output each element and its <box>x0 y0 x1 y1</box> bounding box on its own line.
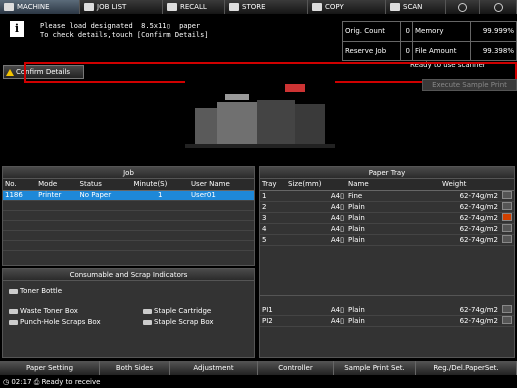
counter-table: Orig. Count 0 Memory 99.999% Reserve Job… <box>341 21 517 61</box>
tray-row[interactable]: PI1 A4▯ Plain 62-74g/m2 <box>260 305 514 316</box>
job-row-empty <box>3 210 254 221</box>
tray-level-icon <box>502 305 512 313</box>
tray-table: Tray Size(mm) Name Weight 1 A4▯ Fine 62-… <box>260 179 514 246</box>
tab-copy[interactable]: COPY <box>308 0 386 14</box>
toner-bottle-icon <box>9 288 18 294</box>
job-list-icon <box>84 3 94 11</box>
job-panel: Job No. Mode Status Minute(S) User Name … <box>2 166 255 266</box>
job-row-empty <box>3 200 254 211</box>
recall-icon <box>167 3 177 11</box>
power-icon <box>458 2 467 12</box>
tab-job-list[interactable]: JOB LIST <box>80 0 163 14</box>
tab-recall[interactable]: RECALL <box>163 0 225 14</box>
clock-icon: ◷ <box>3 378 10 386</box>
warning-icon <box>6 68 14 76</box>
top-tab-bar: MACHINE JOB LIST RECALL STORE COPY SCAN <box>0 0 517 14</box>
consumables-panel: Consumable and Scrap Indicators Toner Bo… <box>2 268 255 358</box>
paper-tray-panel: Paper Tray Tray Size(mm) Name Weight 1 A… <box>259 166 515 358</box>
tab-scan[interactable]: SCAN <box>386 0 446 14</box>
memory-label: Memory <box>411 21 472 42</box>
tray-table-header: Tray Size(mm) Name Weight <box>260 179 514 191</box>
job-row[interactable]: 1186 Printer No Paper 1 User01 <box>3 190 254 201</box>
copy-icon <box>312 3 322 11</box>
power-button[interactable] <box>446 0 480 14</box>
waste-toner-indicator: Waste Toner Box <box>9 307 78 315</box>
message-text: Please load designated 8.5x11▯ paper To … <box>40 22 209 39</box>
status-text: Ready to receive <box>41 378 101 386</box>
sample-print-set-button[interactable]: Sample Print Set. <box>334 361 416 375</box>
pi-tray-table: PI1 A4▯ Plain 62-74g/m2 PI2 A4▯ Plain 62… <box>260 305 514 327</box>
execute-sample-print-button[interactable]: Execute Sample Print <box>422 79 517 91</box>
staple-scrap-icon <box>143 319 152 325</box>
scan-icon <box>390 3 400 11</box>
tray-row[interactable]: 5 A4▯ Plain 62-74g/m2 <box>260 234 514 246</box>
job-row-empty <box>3 220 254 231</box>
paper-setting-button[interactable]: Paper Setting <box>0 361 100 375</box>
tray-row[interactable]: 1 A4▯ Fine 62-74g/m2 <box>260 190 514 202</box>
job-panel-title: Job <box>3 167 254 179</box>
tab-machine[interactable]: MACHINE <box>0 0 80 14</box>
job-table: No. Mode Status Minute(S) User Name 1186… <box>3 179 254 251</box>
paper-tray-title: Paper Tray <box>260 167 514 179</box>
machine-illustration <box>185 80 335 155</box>
memory-value: 99.999% <box>470 21 517 42</box>
status-time: 02:17 <box>11 378 32 386</box>
machine-icon <box>4 3 14 11</box>
reg-del-paper-set-button[interactable]: Reg./Del.PaperSet. <box>416 361 517 375</box>
staple-scrap-indicator: Staple Scrap Box <box>143 318 214 326</box>
waste-toner-icon <box>9 308 18 314</box>
orig-count-value: 0 <box>400 21 413 42</box>
tray-row[interactable]: 2 A4▯ Plain 62-74g/m2 <box>260 201 514 213</box>
pi-divider <box>260 295 514 296</box>
controller-button[interactable]: Controller <box>258 361 334 375</box>
info-icon: i <box>10 21 24 37</box>
reserve-job-value: 0 <box>400 40 413 61</box>
file-amount-label: File Amount <box>411 40 472 61</box>
staple-cartridge-icon <box>143 308 152 314</box>
job-row-empty <box>3 230 254 241</box>
tray-level-icon <box>502 201 512 210</box>
job-row-empty <box>3 240 254 251</box>
tray-level-icon <box>502 234 512 243</box>
help-icon <box>493 2 503 12</box>
file-amount-value: 99.398% <box>470 40 517 61</box>
tray-level-icon <box>502 316 512 324</box>
tray-warning-icon <box>502 212 512 221</box>
staple-cartridge-indicator: Staple Cartridge <box>143 307 211 315</box>
punch-hole-indicator: Punch-Hole Scraps Box <box>9 318 101 326</box>
store-icon <box>229 3 239 11</box>
both-sides-button[interactable]: Both Sides <box>100 361 170 375</box>
tray-row[interactable]: PI2 A4▯ Plain 62-74g/m2 <box>260 315 514 327</box>
bottom-button-bar: Paper Setting Both Sides Adjustment Cont… <box>0 361 517 375</box>
tray-row[interactable]: 4 A4▯ Plain 62-74g/m2 <box>260 223 514 235</box>
tray-level-icon <box>502 190 512 199</box>
adjustment-button[interactable]: Adjustment <box>170 361 258 375</box>
job-table-header: No. Mode Status Minute(S) User Name <box>3 179 254 191</box>
tray-level-icon <box>502 223 512 232</box>
consumables-title: Consumable and Scrap Indicators <box>3 269 254 281</box>
punch-hole-icon <box>9 319 18 325</box>
status-bar: ◷ 02:17 ⎙ Ready to receive <box>0 376 517 388</box>
reserve-job-label: Reserve Job <box>341 40 402 61</box>
tray-row[interactable]: 3 A4▯ Plain 62-74g/m2 <box>260 212 514 224</box>
toner-bottle-indicator: Toner Bottle <box>9 287 62 295</box>
tab-store[interactable]: STORE <box>225 0 308 14</box>
printer-icon: ⎙ <box>33 378 40 386</box>
orig-count-label: Orig. Count <box>341 21 402 42</box>
help-button[interactable] <box>480 0 517 14</box>
